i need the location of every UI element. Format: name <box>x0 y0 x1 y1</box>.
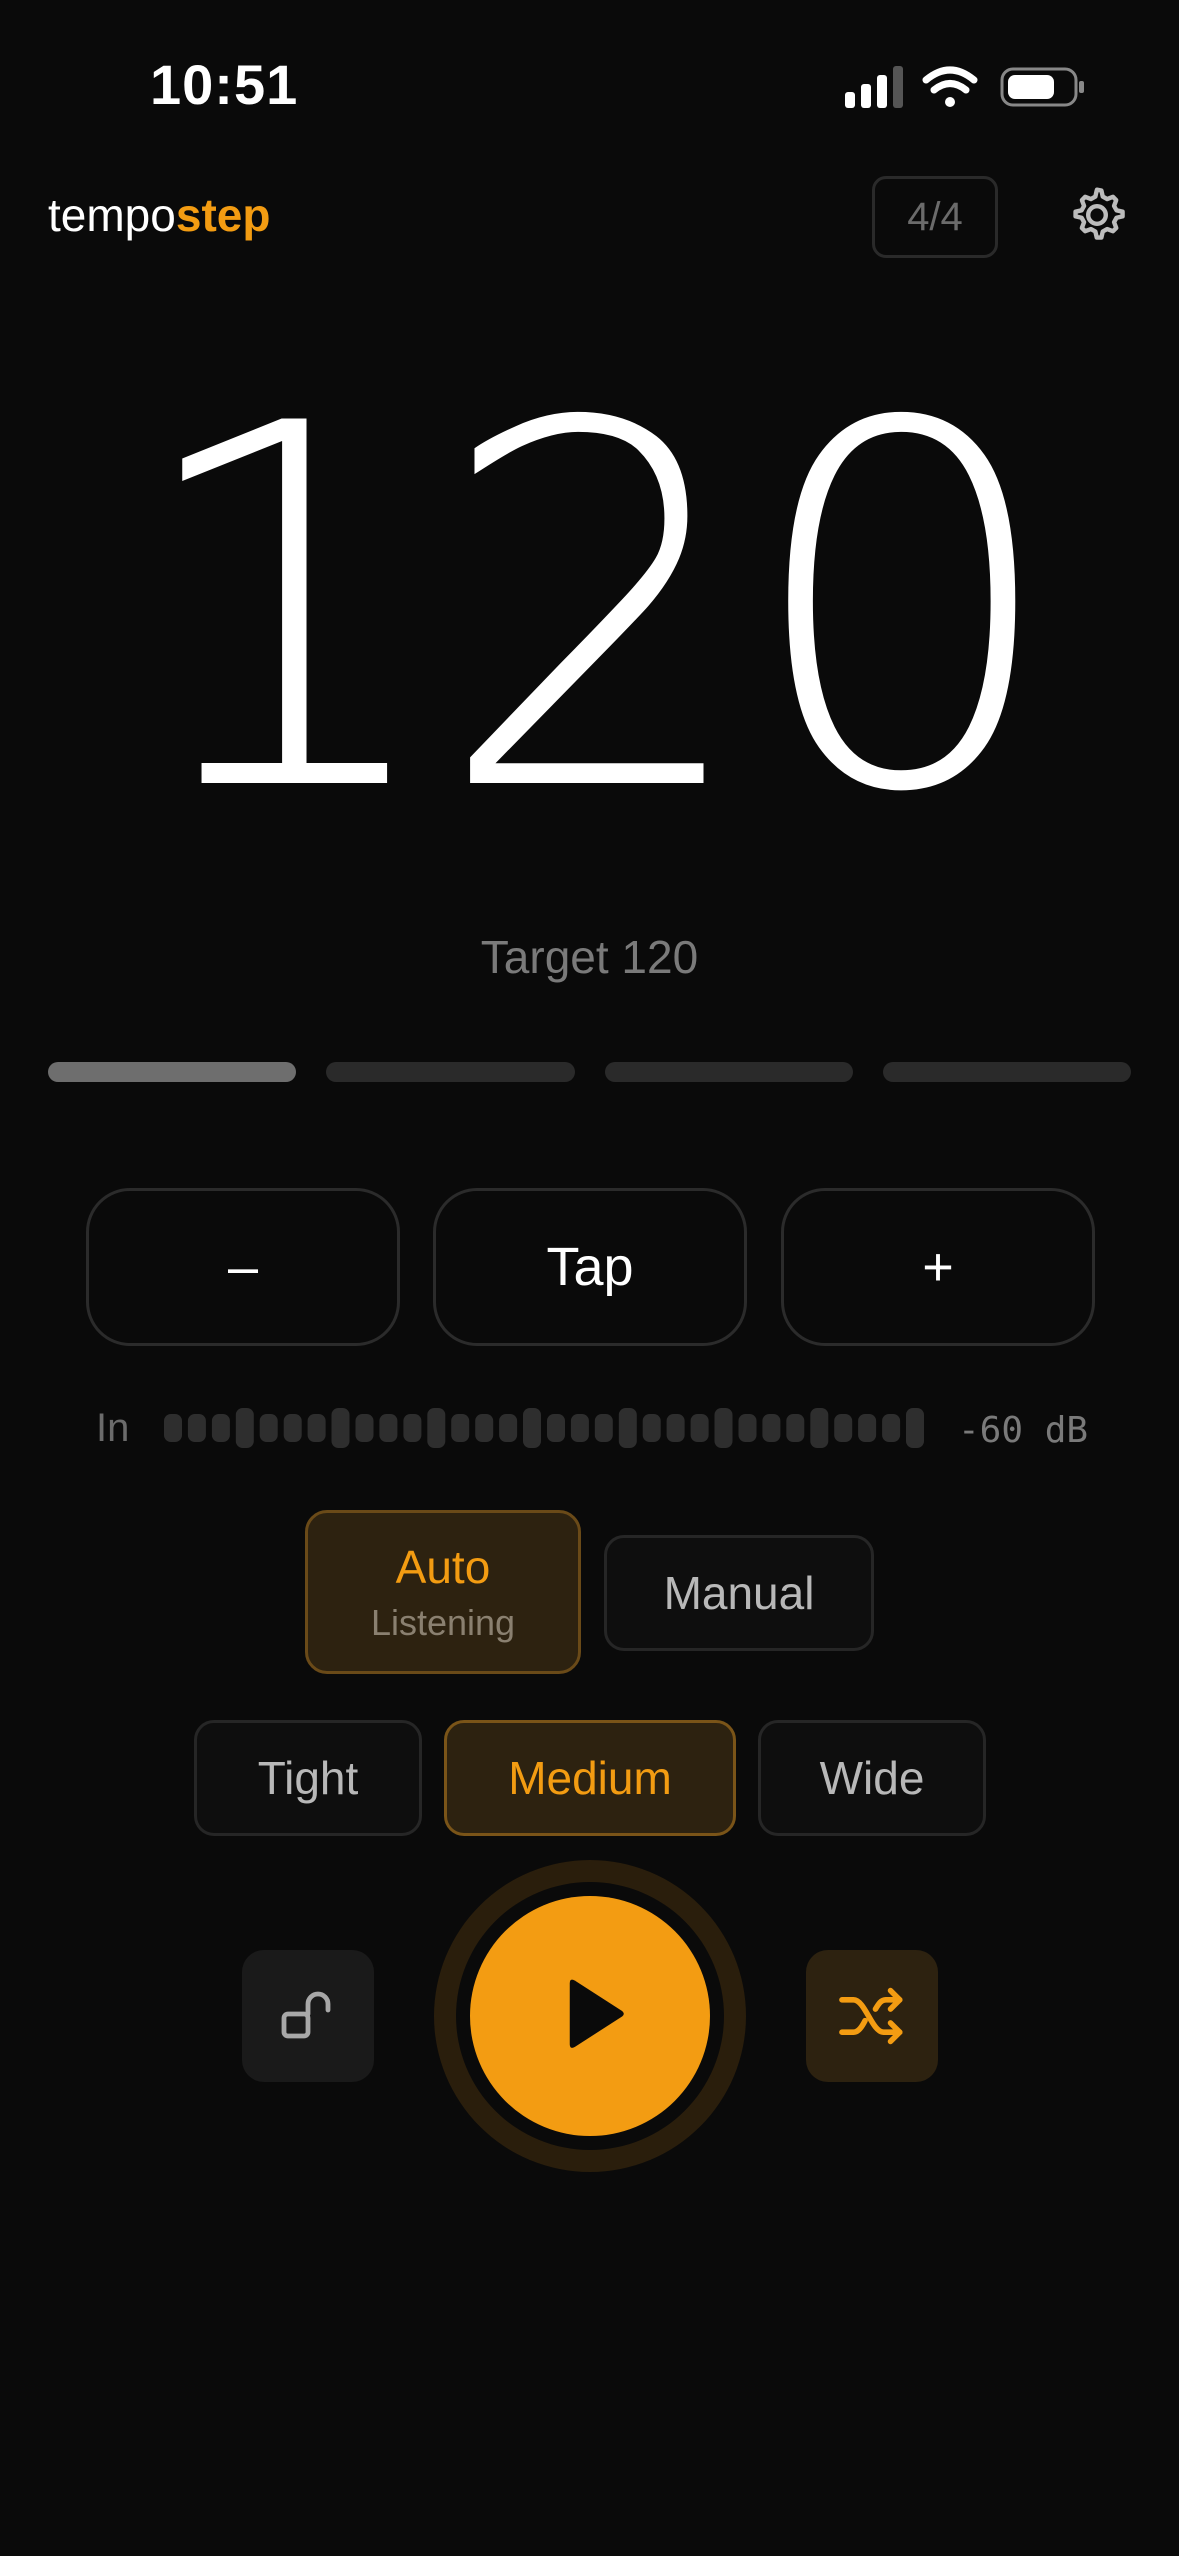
meter-segment <box>666 1414 685 1442</box>
battery-icon <box>1000 67 1084 107</box>
play-icon <box>569 1979 624 2048</box>
shuffle-icon <box>839 1987 903 2045</box>
meter-segment <box>810 1408 829 1448</box>
mode-auto-status: Listening <box>370 1602 516 1643</box>
target-tempo: Target 120 <box>480 931 699 983</box>
mode-auto-label: Auto <box>395 1541 491 1593</box>
meter-segment <box>738 1414 757 1442</box>
range-medium-button[interactable]: Medium <box>444 1720 736 1836</box>
meter-segment <box>475 1414 494 1442</box>
signal-icon <box>845 66 903 108</box>
range-tight-button[interactable]: Tight <box>194 1720 422 1836</box>
time-signature-button[interactable]: 4/4 <box>872 176 998 258</box>
meter-segment <box>882 1414 901 1442</box>
meter-segment <box>403 1414 422 1442</box>
beat-2 <box>326 1062 575 1082</box>
meter-segment <box>594 1414 613 1442</box>
play-button[interactable] <box>470 1896 710 2136</box>
meter-segment <box>618 1408 637 1448</box>
brand-tempo: tempo <box>48 189 176 241</box>
beat-indicator <box>48 1062 1131 1082</box>
lock-button[interactable] <box>242 1950 374 2082</box>
status-time: 10:51 <box>150 53 299 116</box>
meter-segment <box>786 1414 805 1442</box>
app-screen: 10:51 tempostep 4/4 120 Target 120 – Tap… <box>0 0 1179 2556</box>
meter-segment <box>235 1408 254 1448</box>
meter-segment <box>379 1414 398 1442</box>
meter-segment <box>858 1414 877 1442</box>
meter-segment <box>499 1414 518 1442</box>
brand-step: step <box>175 189 271 241</box>
mode-manual-button[interactable]: Manual <box>604 1535 874 1651</box>
range-wide-button[interactable]: Wide <box>758 1720 986 1836</box>
meter-segment <box>570 1414 589 1442</box>
unlock-icon <box>281 1991 331 2039</box>
play-button-gap <box>456 1882 724 2150</box>
meter-segment <box>834 1414 853 1442</box>
input-label: In <box>96 1406 130 1450</box>
meter-segment <box>642 1414 661 1442</box>
meter-segment <box>187 1414 206 1442</box>
meter-segment <box>355 1414 374 1442</box>
meter-segment <box>331 1408 350 1448</box>
mode-auto-button[interactable]: Auto Listening <box>305 1510 581 1674</box>
input-level-db: -60 dB <box>958 1410 1089 1451</box>
increase-tempo-button[interactable]: + <box>781 1188 1095 1346</box>
meter-segment <box>714 1408 733 1448</box>
wifi-icon <box>922 66 978 107</box>
beat-4 <box>882 1062 1131 1082</box>
meter-segment <box>690 1414 709 1442</box>
meter-segment <box>523 1408 541 1448</box>
meter-segment <box>547 1414 565 1442</box>
meter-segment <box>164 1414 182 1442</box>
play-button-ring <box>434 1860 746 2172</box>
meter-segment <box>906 1408 924 1448</box>
beat-3 <box>604 1062 853 1082</box>
decrease-tempo-button[interactable]: – <box>86 1188 400 1346</box>
bpm-display: 120 <box>127 319 1061 901</box>
meter-segment <box>762 1414 781 1442</box>
meter-segment <box>283 1414 302 1442</box>
tap-tempo-button[interactable]: Tap <box>433 1188 747 1346</box>
gear-icon[interactable] <box>1064 182 1130 248</box>
meter-segment <box>211 1414 230 1442</box>
meter-segment <box>259 1414 278 1442</box>
meter-segment <box>307 1414 326 1442</box>
input-level-meter <box>164 1408 924 1448</box>
shuffle-button[interactable] <box>806 1950 938 2082</box>
app-logo: tempostep <box>48 188 270 242</box>
beat-1 <box>48 1062 297 1082</box>
meter-segment <box>427 1408 446 1448</box>
meter-segment <box>451 1414 470 1442</box>
status-icons <box>845 66 1084 108</box>
